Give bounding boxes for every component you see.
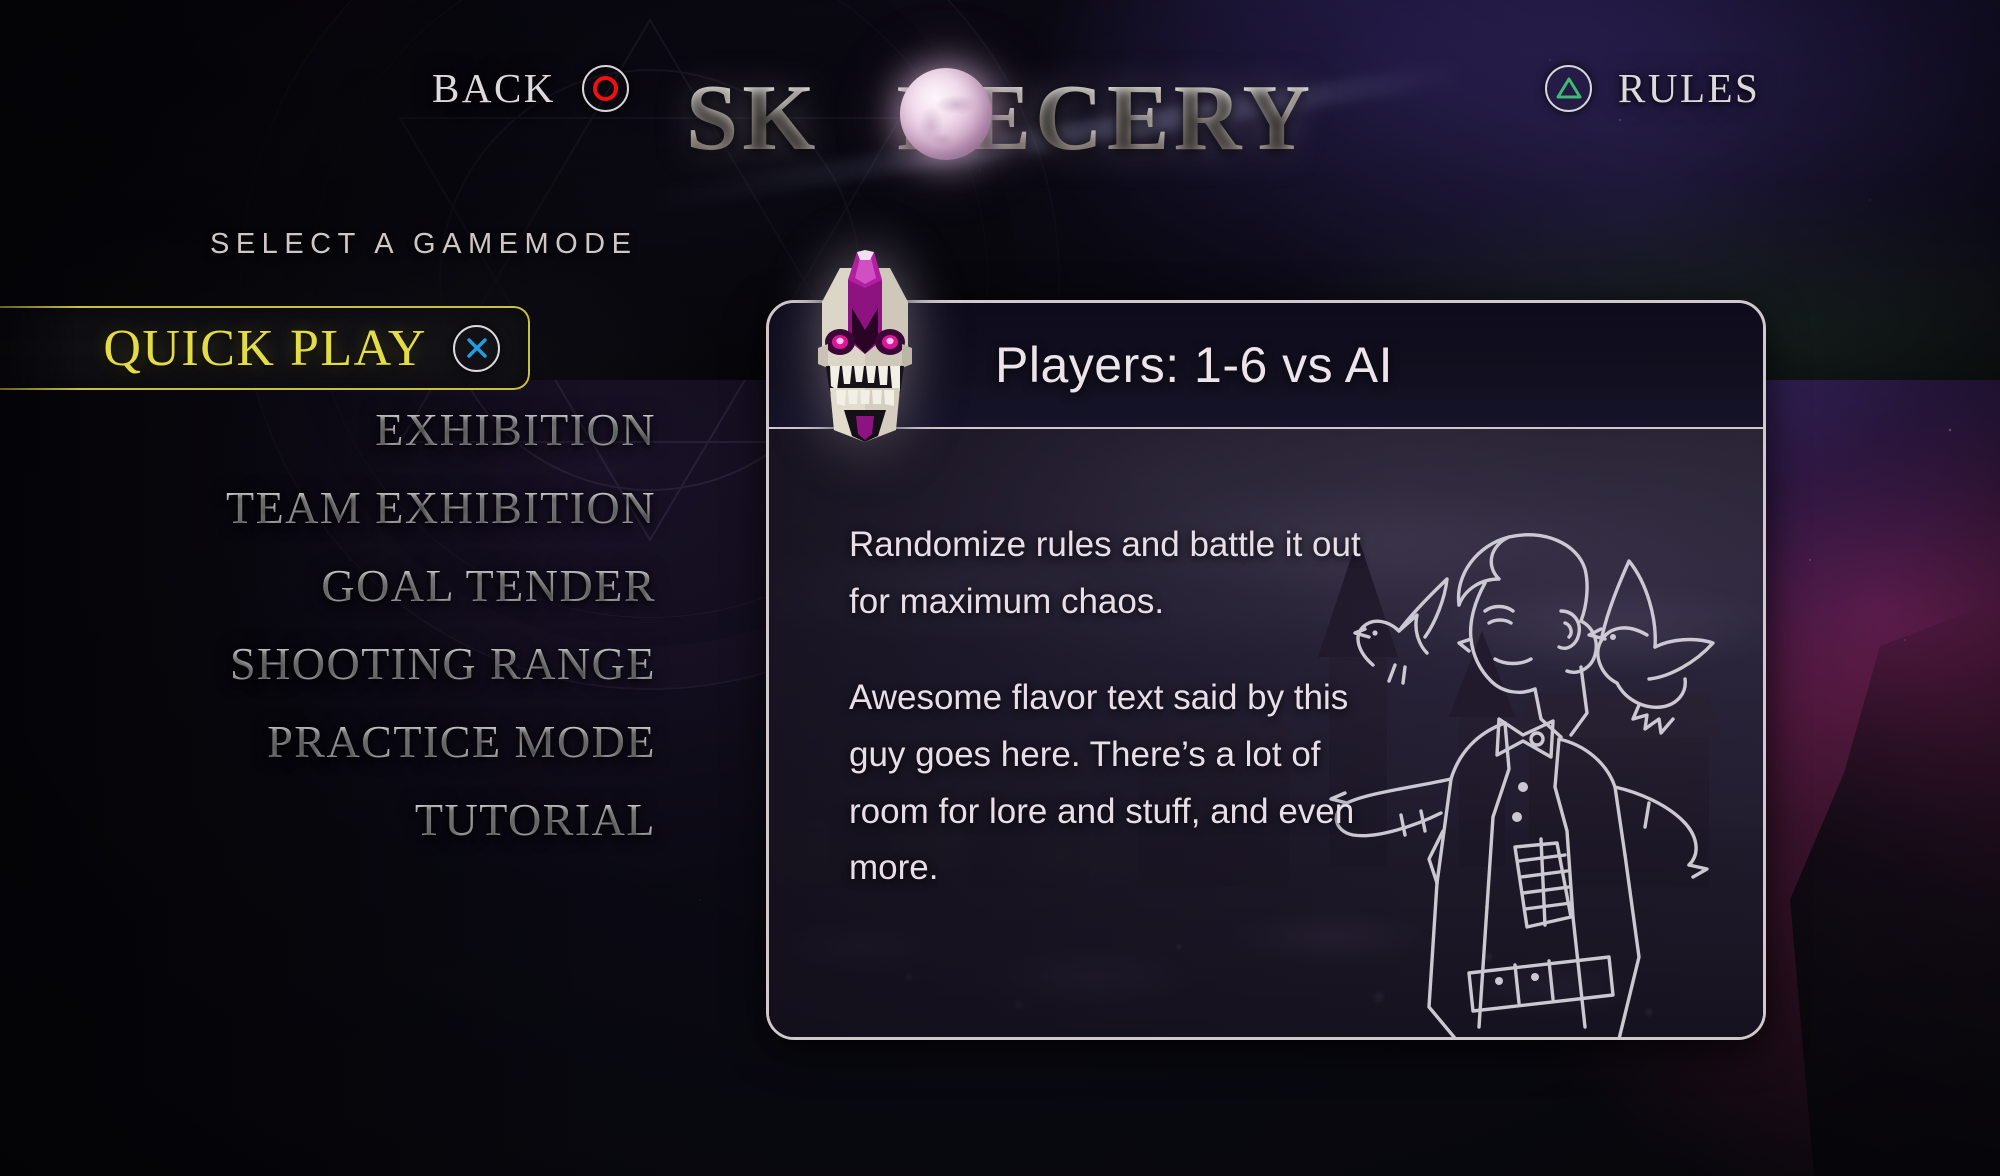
menu-item-label: GOAL TENDER [321,559,656,611]
players-count-label: Players: 1-6 vs AI [995,337,1394,393]
game-logo-text: SKORECERY [686,64,1314,172]
game-logo-text-prefix: SK [685,66,820,170]
menu-item-label: PRACTICE MODE [267,715,656,767]
menu-item-label: QUICK PLAY [103,319,427,377]
menu-item-goal-tender[interactable]: GOAL TENDER [0,546,680,624]
menu-item-label: SHOOTING RANGE [229,637,656,689]
game-logo: SKORECERY [649,61,1463,213]
back-button[interactable]: BACK [432,64,629,112]
gamemode-description: Randomize rules and battle it out for ma… [849,517,1389,897]
menu-item-practice-mode[interactable]: PRACTICE MODE [0,702,680,780]
menu-item-exhibition[interactable]: EXHIBITION [0,390,680,468]
back-button-label: BACK [432,65,556,111]
rules-button[interactable]: RULES [1545,64,1760,112]
menu-item-tutorial[interactable]: TUTORIAL [0,780,680,858]
crystal-skull-icon [800,244,930,444]
playstation-circle-icon[interactable] [581,64,629,112]
logo-orb-icon [899,68,992,160]
playstation-cross-icon[interactable] [453,324,500,372]
gamemode-info-body: Randomize rules and battle it out for ma… [769,429,1763,1037]
gamemode-list: QUICK PLAY EXHIBITION TEAM EXHIBITION GO… [0,306,680,858]
gamemode-description-paragraph-1: Randomize rules and battle it out for ma… [849,525,1361,621]
menu-item-label: TUTORIAL [414,793,656,845]
menu-item-shooting-range[interactable]: SHOOTING RANGE [0,624,680,702]
menu-item-label: EXHIBITION [375,403,656,455]
game-screen: BACK RULES SKORECERY SELECT A GAMEMODE [0,0,2000,1176]
menu-item-quick-play[interactable]: QUICK PLAY [0,306,680,390]
gamemode-description-paragraph-2: Awesome flavor text said by this guy goe… [849,678,1355,888]
menu-heading: SELECT A GAMEMODE [210,228,638,260]
menu-item-team-exhibition[interactable]: TEAM EXHIBITION [0,468,680,546]
menu-item-label: TEAM EXHIBITION [225,481,656,533]
playstation-triangle-icon[interactable] [1545,64,1592,112]
rules-button-label: RULES [1618,65,1761,111]
